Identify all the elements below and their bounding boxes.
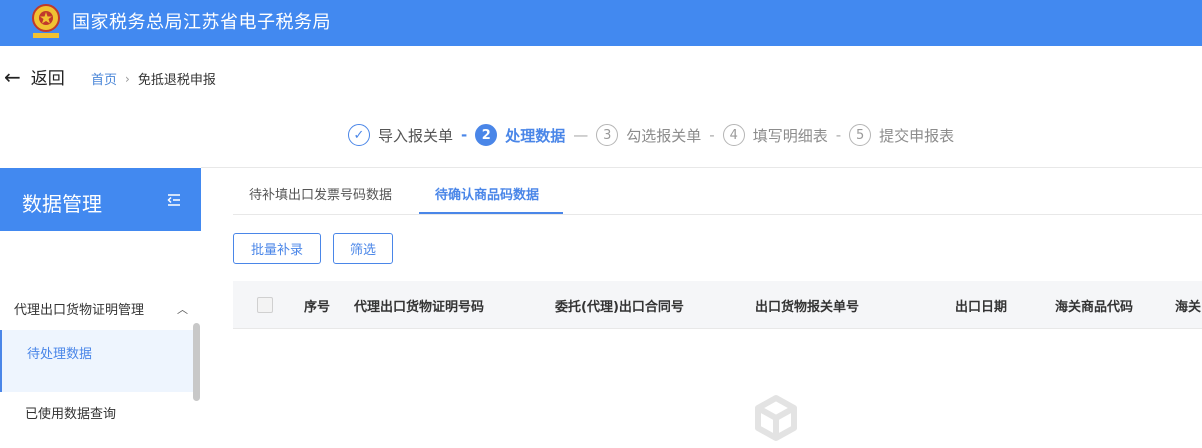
step-4: 4 填写明细表 [722, 124, 828, 146]
breadcrumb-current: 免抵退税申报 [137, 73, 216, 88]
column-header-customs-declaration-no: 出口货物报关单号 [755, 300, 860, 315]
sidebar-group-label: 代理出口货物证明管理 [14, 303, 145, 318]
app-title: 国家税务总局江苏省电子税务局 [72, 12, 331, 33]
select-all-checkbox[interactable] [257, 297, 273, 313]
chevron-up-icon: ︿ [177, 302, 188, 316]
step-separator: - [835, 126, 842, 144]
menu-collapse-icon[interactable] [166, 192, 182, 208]
sidebar-header: 数据管理 [0, 168, 201, 231]
step-label: 导入报关单 [378, 126, 454, 145]
step-separator: - [709, 126, 715, 144]
step-label: 勾选报关单 [626, 126, 702, 145]
back-button[interactable]: ← 返回 [4, 64, 65, 90]
column-header-export-date: 出口日期 [955, 300, 1008, 315]
arrow-left-icon: ← [4, 64, 21, 89]
table-header: 序号 代理出口货物证明号码 委托(代理)出口合同号 出口货物报关单号 出口日期 … [233, 281, 1202, 329]
tab-pending-invoice[interactable]: 待补填出口发票号码数据 [249, 184, 392, 203]
filter-button[interactable]: 筛选 [333, 233, 393, 264]
sidebar-scrollbar[interactable] [193, 323, 200, 401]
step-label: 提交申报表 [879, 126, 955, 145]
batch-supplement-button[interactable]: 批量补录 [233, 233, 321, 264]
sidebar-item-label: 待处理数据 [27, 347, 93, 362]
step-number: 3 [596, 124, 619, 146]
step-separator: — [573, 126, 589, 144]
sidebar-item-used-data-query[interactable]: 已使用数据查询 [25, 403, 116, 422]
back-label: 返回 [30, 69, 65, 89]
divider [201, 167, 1202, 168]
column-header-index: 序号 [304, 300, 331, 315]
sidebar-item-pending-data[interactable]: 待处理数据 [0, 330, 193, 392]
step-label: 处理数据 [505, 126, 566, 145]
step-3: 3 勾选报关单 [596, 124, 701, 146]
column-header-certificate-no: 代理出口货物证明号码 [354, 300, 485, 315]
breadcrumb: 首页 › 免抵退税申报 [91, 69, 216, 89]
step-5: 5 提交申报表 [849, 124, 954, 146]
step-number: 2 [475, 124, 498, 146]
column-header-hs-code: 海关商品代码 [1055, 300, 1134, 315]
app-header: 国家税务总局江苏省电子税务局 [0, 0, 1202, 46]
breadcrumb-home-link[interactable]: 首页 [91, 69, 117, 88]
step-separator: - [461, 126, 468, 144]
column-header-customs: 海关 [1175, 300, 1202, 315]
step-2: 2 处理数据 [475, 124, 565, 146]
sidebar-group-proxy-export[interactable]: 代理出口货物证明管理 ︿ [14, 299, 194, 319]
sidebar-title: 数据管理 [22, 192, 102, 216]
step-number: 5 [849, 124, 872, 146]
step-1: ✓ 导入报关单 [348, 124, 453, 146]
check-circle-icon: ✓ [348, 124, 370, 146]
empty-box-icon [755, 395, 797, 441]
step-label: 填写明细表 [752, 126, 828, 145]
tab-pending-commodity-code[interactable]: 待确认商品码数据 [435, 184, 539, 203]
breadcrumb-separator: › [125, 71, 130, 86]
tabs-divider [233, 214, 1202, 215]
progress-steps: ✓ 导入报关单 - 2 处理数据 — 3 勾选报关单 - 4 填写明细表 - 5… [348, 122, 954, 148]
step-number: 4 [722, 124, 745, 146]
column-header-contract-no: 委托(代理)出口合同号 [555, 300, 684, 315]
tax-emblem-icon [32, 4, 60, 38]
